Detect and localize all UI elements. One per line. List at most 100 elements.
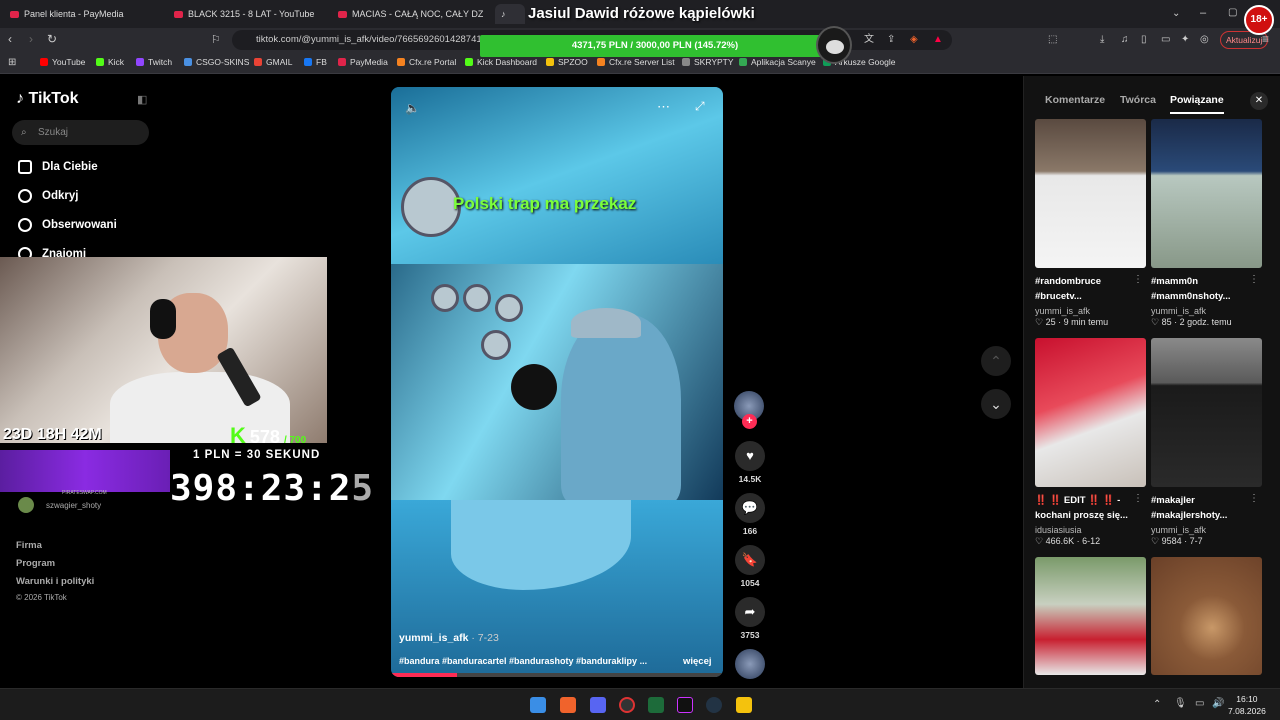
footer-link-program[interactable]: Program xyxy=(16,558,55,569)
chevron-up-icon[interactable]: ⌃ xyxy=(1153,699,1161,711)
bookmark-spzoo[interactable]: SPZOO xyxy=(546,57,588,67)
bookmark-label: YouTube xyxy=(52,57,86,67)
footer-link-company[interactable]: Firma xyxy=(16,540,42,551)
chevron-up-icon[interactable]: ⌃ xyxy=(981,346,1011,376)
volume-icon[interactable]: 🔈 xyxy=(405,101,420,115)
home-icon xyxy=(18,160,32,174)
brave-shield-icon[interactable]: ◈ xyxy=(910,34,918,46)
chevron-down-icon[interactable]: ⌄ xyxy=(1172,8,1180,20)
apps-grid-icon[interactable]: ⊞ xyxy=(8,57,16,69)
share-button[interactable]: ➦ 3753 xyxy=(734,597,766,640)
bookmark-icon[interactable]: ⚐ xyxy=(211,34,221,46)
tiktok-logo[interactable]: ♪ TikTok xyxy=(16,90,79,108)
wallet-icon[interactable]: ▭ xyxy=(1161,34,1170,46)
microphone-icon[interactable]: 🎙 xyxy=(1174,698,1187,710)
related-card[interactable] xyxy=(1035,557,1146,675)
footer-link-terms[interactable]: Warunki i polityki xyxy=(16,576,94,587)
browser-tab-active[interactable]: ♪ xyxy=(495,4,525,24)
bookmark-gmail[interactable]: GMAIL xyxy=(254,57,292,67)
sound-disc-icon[interactable] xyxy=(735,649,765,679)
collapse-sidebar-icon[interactable]: ◧ xyxy=(137,93,147,106)
excel-icon[interactable] xyxy=(648,697,664,713)
bookmark-csgo[interactable]: CSGO-SKINS xyxy=(184,57,249,67)
bookmark-paymedia[interactable]: PayMedia xyxy=(338,57,388,67)
more-options-icon[interactable]: ⋯ xyxy=(657,99,670,115)
ai-icon[interactable]: ✦ xyxy=(1181,34,1189,46)
brave-rewards-icon[interactable]: ▲ xyxy=(933,34,943,46)
music-icon[interactable]: ♫ xyxy=(1121,34,1129,46)
terminal-icon[interactable] xyxy=(677,697,693,713)
bookmark-cfx-server-list[interactable]: Cfx.re Server List xyxy=(597,57,675,67)
vpn-icon[interactable]: ◎ xyxy=(1200,34,1209,46)
browser-tab[interactable]: Panel klienta - PayMedia xyxy=(10,4,160,24)
save-button[interactable]: 🔖 1054 xyxy=(734,545,766,588)
wall-record xyxy=(495,294,523,322)
brave-browser-icon[interactable] xyxy=(560,697,576,713)
more-options-icon[interactable]: ⋮ xyxy=(1133,274,1143,285)
bookmark-youtube[interactable]: YouTube xyxy=(40,57,85,67)
reload-icon[interactable]: ↻ xyxy=(47,33,57,45)
app-icon[interactable] xyxy=(706,697,722,713)
menu-icon[interactable]: ≡ xyxy=(1262,33,1269,45)
forward-icon[interactable]: › xyxy=(29,33,33,45)
fullscreen-icon[interactable]: ⤢ xyxy=(695,99,705,114)
like-button[interactable]: ♥ 14.5K xyxy=(734,441,766,484)
bookmark-fb[interactable]: FB xyxy=(304,57,327,67)
related-card[interactable] xyxy=(1151,557,1262,675)
search-input[interactable]: ⌕ Szukaj xyxy=(12,120,149,145)
video-hashtags[interactable]: #bandura #banduracartel #bandurashoty #b… xyxy=(399,656,647,666)
bookmark-twitch[interactable]: Twitch xyxy=(136,57,172,67)
chevron-down-icon[interactable]: ⌄ xyxy=(981,389,1011,419)
card-author: idusiasiusia xyxy=(1035,525,1082,535)
maximize-icon[interactable]: ▢ xyxy=(1228,7,1237,19)
related-card[interactable]: ⋮ #makajler #makajlershoty... yummi_is_a… xyxy=(1151,338,1262,547)
video-player[interactable]: 🔈 ⋯ ⤢ Polski trap ma przekaz yummi_is_af… xyxy=(391,87,723,677)
comment-icon: 💬 xyxy=(735,493,765,523)
more-options-icon[interactable]: ⋮ xyxy=(1133,493,1143,504)
nav-for-you[interactable]: Dla Ciebie xyxy=(18,160,98,174)
bookmark-cfx-portal[interactable]: Cfx.re Portal xyxy=(397,57,456,67)
video-author[interactable]: yummi_is_afk · 7-23 xyxy=(399,632,499,644)
related-card[interactable]: ⋮ ‼️ ‼️ EDIT ‼️ ‼️ - kochani proszę się.… xyxy=(1035,338,1146,547)
speaker-icon[interactable]: 🔊 xyxy=(1212,698,1224,710)
minimize-icon[interactable]: – xyxy=(1200,7,1206,19)
nav-following[interactable]: Obserwowani xyxy=(18,218,117,232)
tab-creator[interactable]: Twórca xyxy=(1120,94,1156,106)
nav-explore[interactable]: Odkryj xyxy=(18,189,78,203)
related-card[interactable]: ⋮ #randombruce #brucetv... yummi_is_afk … xyxy=(1035,119,1146,328)
download-icon[interactable]: ⤓ xyxy=(1100,34,1104,46)
extensions-icon[interactable]: ⬚ xyxy=(1048,34,1057,46)
browser-tab[interactable]: MACIAS - CAŁĄ NOC, CAŁY DZIEŃ - xyxy=(338,4,483,24)
follow-plus-icon[interactable]: + xyxy=(742,414,757,429)
translate-icon[interactable]: 文 xyxy=(864,34,874,46)
related-card[interactable]: ⋮ #mamm0n #mamm0nshoty... yummi_is_afk ♡… xyxy=(1151,119,1262,328)
share-icon[interactable]: ⇪ xyxy=(887,34,895,46)
more-options-icon[interactable]: ⋮ xyxy=(1249,274,1259,285)
windows-start-icon[interactable] xyxy=(530,697,546,713)
tab-comments[interactable]: Komentarze xyxy=(1045,94,1105,106)
system-clock[interactable]: 16:10 7.08.2026 xyxy=(1228,693,1266,717)
bookmark-kick[interactable]: Kick xyxy=(96,57,124,67)
browser-tab[interactable]: BLACK 3215 - 8 LAT - YouTube xyxy=(174,4,324,24)
more-button[interactable]: więcej xyxy=(683,656,712,667)
file-explorer-icon[interactable] xyxy=(736,697,752,713)
more-options-icon[interactable]: ⋮ xyxy=(1249,493,1259,504)
bookmark-scanye[interactable]: Aplikacja Scanye xyxy=(739,57,816,67)
discord-icon[interactable] xyxy=(590,697,606,713)
obs-icon[interactable] xyxy=(619,697,635,713)
card-meta-text: 25 · 9 min temu xyxy=(1045,317,1109,327)
followed-account-name[interactable]: szwagier_shoty xyxy=(46,501,101,510)
comment-button[interactable]: 💬 166 xyxy=(734,493,766,536)
bookmark-skrypty[interactable]: SKRYPTY xyxy=(682,57,734,67)
video-progress-bar[interactable] xyxy=(391,673,723,677)
search-icon: ⌕ xyxy=(21,127,27,138)
display-icon[interactable]: ▭ xyxy=(1195,698,1204,710)
close-icon[interactable]: ✕ xyxy=(1250,92,1268,110)
folder-icon xyxy=(682,58,690,66)
video-thumbnail xyxy=(1151,119,1262,268)
tab-related[interactable]: Powiązane xyxy=(1170,94,1224,106)
sidebar-icon[interactable]: ▯ xyxy=(1141,34,1147,46)
video-thumbnail xyxy=(1035,557,1146,675)
bookmark-kick-dashboard[interactable]: Kick Dashboard xyxy=(465,57,537,67)
back-icon[interactable]: ‹ xyxy=(8,33,12,45)
